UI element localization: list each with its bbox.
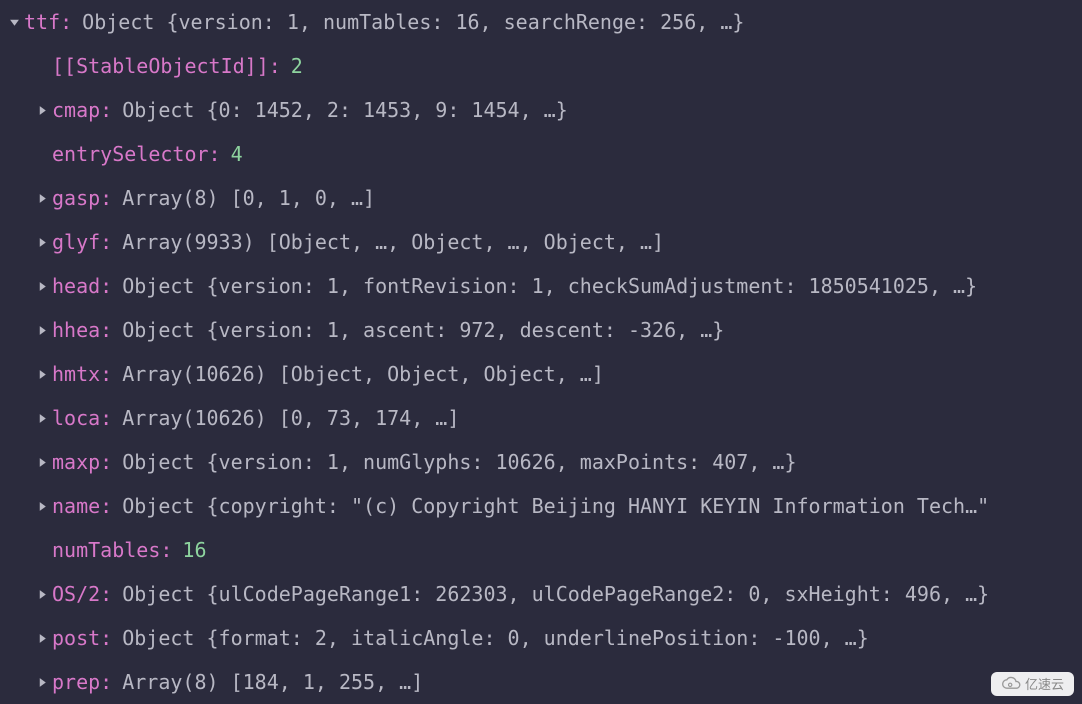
tree-row[interactable]: post:Object {format: 2, italicAngle: 0, …	[0, 616, 1082, 660]
property-key: OS/2	[52, 572, 100, 616]
property-key: hmtx	[52, 352, 100, 396]
property-key: gasp	[52, 176, 100, 220]
colon: :	[100, 572, 112, 616]
tree-row[interactable]: cmap:Object {0: 1452, 2: 1453, 9: 1454, …	[0, 88, 1082, 132]
object-tree: ttf:Object {version: 1, numTables: 16, s…	[0, 0, 1082, 704]
chevron-right-icon[interactable]	[34, 366, 50, 382]
colon: :	[100, 660, 112, 704]
chevron-down-icon[interactable]	[6, 14, 22, 30]
chevron-right-icon[interactable]	[34, 454, 50, 470]
property-key: entrySelector	[52, 132, 209, 176]
property-value: Object {version: 1, numTables: 16, searc…	[82, 0, 744, 44]
colon: :	[100, 352, 112, 396]
colon: :	[100, 88, 112, 132]
cloud-icon	[1001, 676, 1021, 692]
property-value: Array(10626) [0, 73, 174, …]	[122, 396, 459, 440]
chevron-right-icon[interactable]	[34, 498, 50, 514]
property-key: glyf	[52, 220, 100, 264]
property-key: numTables	[52, 528, 160, 572]
property-value-number: 2	[291, 44, 303, 88]
tree-root-row[interactable]: ttf:Object {version: 1, numTables: 16, s…	[0, 0, 1082, 44]
property-value: Object {format: 2, italicAngle: 0, under…	[122, 616, 869, 660]
colon: :	[269, 44, 281, 88]
property-key: prep	[52, 660, 100, 704]
tree-row[interactable]: maxp:Object {version: 1, numGlyphs: 1062…	[0, 440, 1082, 484]
colon: :	[100, 484, 112, 528]
tree-row[interactable]: gasp:Array(8) [0, 1, 0, …]	[0, 176, 1082, 220]
colon: :	[60, 0, 72, 44]
property-value-number: 16	[182, 528, 206, 572]
chevron-right-icon[interactable]	[34, 234, 50, 250]
colon: :	[160, 528, 172, 572]
tree-row[interactable]: glyf:Array(9933) [Object, …, Object, …, …	[0, 220, 1082, 264]
chevron-right-icon[interactable]	[34, 322, 50, 338]
property-value: Object {version: 1, fontRevision: 1, che…	[122, 264, 977, 308]
chevron-right-icon[interactable]	[34, 630, 50, 646]
property-key: name	[52, 484, 100, 528]
tree-row[interactable]: hmtx:Array(10626) [Object, Object, Objec…	[0, 352, 1082, 396]
colon: :	[100, 220, 112, 264]
colon: :	[100, 396, 112, 440]
colon: :	[100, 616, 112, 660]
tree-row: [[StableObjectId]]:2	[0, 44, 1082, 88]
property-value-number: 4	[231, 132, 243, 176]
tree-row[interactable]: head:Object {version: 1, fontRevision: 1…	[0, 264, 1082, 308]
colon: :	[100, 176, 112, 220]
property-value: Object {0: 1452, 2: 1453, 9: 1454, …}	[122, 88, 568, 132]
property-value: Object {version: 1, ascent: 972, descent…	[122, 308, 724, 352]
chevron-right-icon[interactable]	[34, 190, 50, 206]
tree-row: entrySelector:4	[0, 132, 1082, 176]
colon: :	[100, 440, 112, 484]
colon: :	[100, 264, 112, 308]
tree-row[interactable]: hhea:Object {version: 1, ascent: 972, de…	[0, 308, 1082, 352]
property-value: Object {copyright: "(c) Copyright Beijin…	[122, 484, 989, 528]
chevron-right-icon[interactable]	[34, 410, 50, 426]
tree-row[interactable]: loca:Array(10626) [0, 73, 174, …]	[0, 396, 1082, 440]
chevron-right-icon[interactable]	[34, 674, 50, 690]
property-value: Array(8) [0, 1, 0, …]	[122, 176, 375, 220]
property-key: hhea	[52, 308, 100, 352]
property-value: Object {ulCodePageRange1: 262303, ulCode…	[122, 572, 989, 616]
watermark-badge: 亿速云	[991, 672, 1074, 696]
colon: :	[100, 308, 112, 352]
tree-row[interactable]: OS/2:Object {ulCodePageRange1: 262303, u…	[0, 572, 1082, 616]
tree-row[interactable]: prep:Array(8) [184, 1, 255, …]	[0, 660, 1082, 704]
property-value: Array(10626) [Object, Object, Object, …]	[122, 352, 604, 396]
chevron-right-icon[interactable]	[34, 278, 50, 294]
property-key: post	[52, 616, 100, 660]
property-value: Object {version: 1, numGlyphs: 10626, ma…	[122, 440, 796, 484]
property-value: Array(8) [184, 1, 255, …]	[122, 660, 423, 704]
property-value: Array(9933) [Object, …, Object, …, Objec…	[122, 220, 664, 264]
colon: :	[209, 132, 221, 176]
property-key: loca	[52, 396, 100, 440]
chevron-right-icon[interactable]	[34, 586, 50, 602]
property-key: ttf	[24, 0, 60, 44]
watermark-text: 亿速云	[1025, 678, 1064, 691]
tree-row[interactable]: name:Object {copyright: "(c) Copyright B…	[0, 484, 1082, 528]
property-key: cmap	[52, 88, 100, 132]
property-key: maxp	[52, 440, 100, 484]
tree-row: numTables:16	[0, 528, 1082, 572]
property-key: [[StableObjectId]]	[52, 44, 269, 88]
property-key: head	[52, 264, 100, 308]
chevron-right-icon[interactable]	[34, 102, 50, 118]
